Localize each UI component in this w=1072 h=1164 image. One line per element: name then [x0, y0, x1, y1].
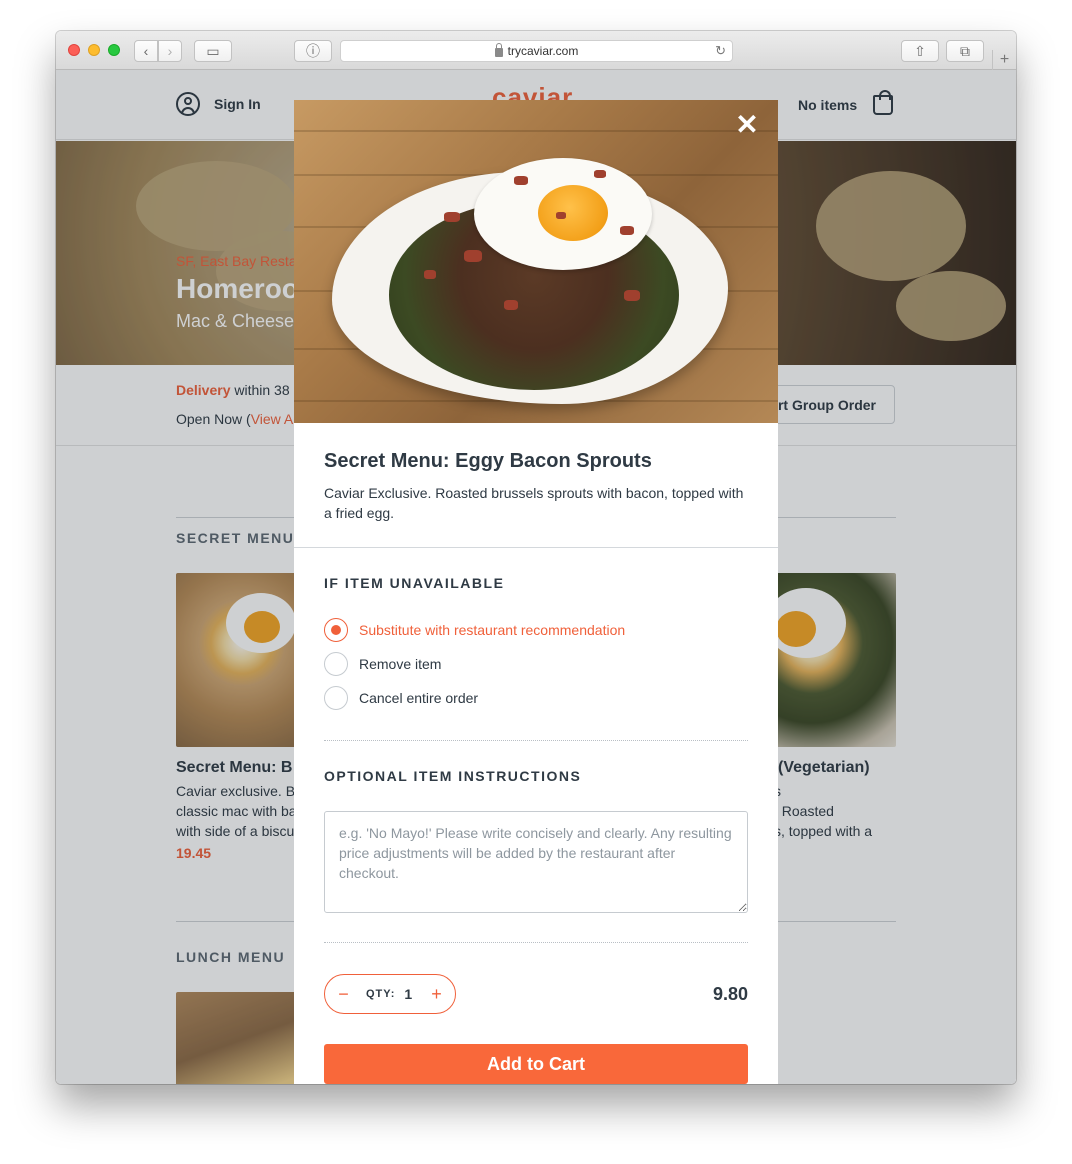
item-photo: ✕ [294, 100, 778, 423]
radio-unselected[interactable] [324, 652, 348, 676]
new-tab-button[interactable]: + [992, 50, 1016, 70]
option-remove-item[interactable]: Remove item [324, 652, 441, 676]
instructions-textarea[interactable] [324, 811, 748, 913]
share-button[interactable]: ⇧ [901, 40, 939, 62]
reload-icon[interactable]: ↻ [715, 43, 726, 59]
back-button[interactable]: ‹ [134, 40, 158, 62]
lock-icon [494, 42, 503, 57]
unavailable-heading: IF ITEM UNAVAILABLE [324, 575, 505, 591]
option-label: Remove item [359, 656, 442, 672]
url-text: trycaviar.com [507, 44, 579, 58]
item-modal: ✕ Secret Menu: Eggy Bacon Sprouts Caviar… [294, 100, 778, 1084]
tabs-icon: ⧉ [960, 42, 970, 59]
sidebar-toggle-button[interactable]: ▭ [194, 40, 232, 62]
item-price: 9.80 [712, 984, 748, 1004]
option-substitute[interactable]: Substitute with restaurant recommendatio… [324, 618, 625, 642]
zoom-window-button[interactable] [108, 44, 120, 56]
address-bar[interactable]: trycaviar.com ↻ [340, 40, 733, 62]
add-to-cart-button[interactable]: Add to Cart [324, 1044, 748, 1084]
plus-icon[interactable]: + [418, 975, 455, 1013]
modal-divider [294, 547, 778, 548]
close-icon[interactable]: ✕ [734, 111, 760, 139]
dotted-divider [324, 942, 748, 943]
privacy-report-button[interactable]: ⓘ [294, 40, 332, 62]
option-label: Cancel entire order [359, 690, 479, 706]
forward-button[interactable]: › [158, 40, 182, 62]
item-description: Caviar Exclusive. Roasted brussels sprou… [324, 485, 744, 521]
instructions-heading: OPTIONAL ITEM INSTRUCTIONS [324, 768, 582, 784]
tab-overview-button[interactable]: ⧉ [946, 40, 984, 62]
browser-toolbar: ‹ › ▭ ⓘ trycaviar.com ↻ ⇧ ⧉ + [56, 31, 1016, 70]
minus-icon[interactable]: − [325, 975, 362, 1013]
chevron-right-icon: › [167, 43, 173, 59]
item-title: Secret Menu: Eggy Bacon Sprouts [324, 450, 652, 472]
share-icon: ⇧ [914, 42, 926, 59]
sidebar-icon: ▭ [206, 42, 220, 59]
radio-unselected[interactable] [324, 686, 348, 710]
minimize-window-button[interactable] [88, 44, 100, 56]
quantity-stepper[interactable]: − QTY: 1 + [324, 974, 456, 1014]
plus-icon: + [999, 51, 1010, 68]
option-cancel-order[interactable]: Cancel entire order [324, 686, 478, 710]
chevron-left-icon: ‹ [143, 43, 149, 59]
page: Sign In caviar No items SF, East Bay Res… [56, 70, 1016, 1084]
info-icon: ⓘ [306, 43, 320, 59]
qty-value: 1 [404, 986, 413, 1002]
option-label: Substitute with restaurant recommendatio… [359, 622, 626, 638]
browser-window: ‹ › ▭ ⓘ trycaviar.com ↻ ⇧ ⧉ + Sign In ca… [56, 31, 1016, 1084]
qty-label: QTY: [365, 988, 396, 1000]
dotted-divider [324, 740, 748, 741]
close-window-button[interactable] [68, 44, 80, 56]
radio-selected[interactable] [324, 618, 348, 642]
